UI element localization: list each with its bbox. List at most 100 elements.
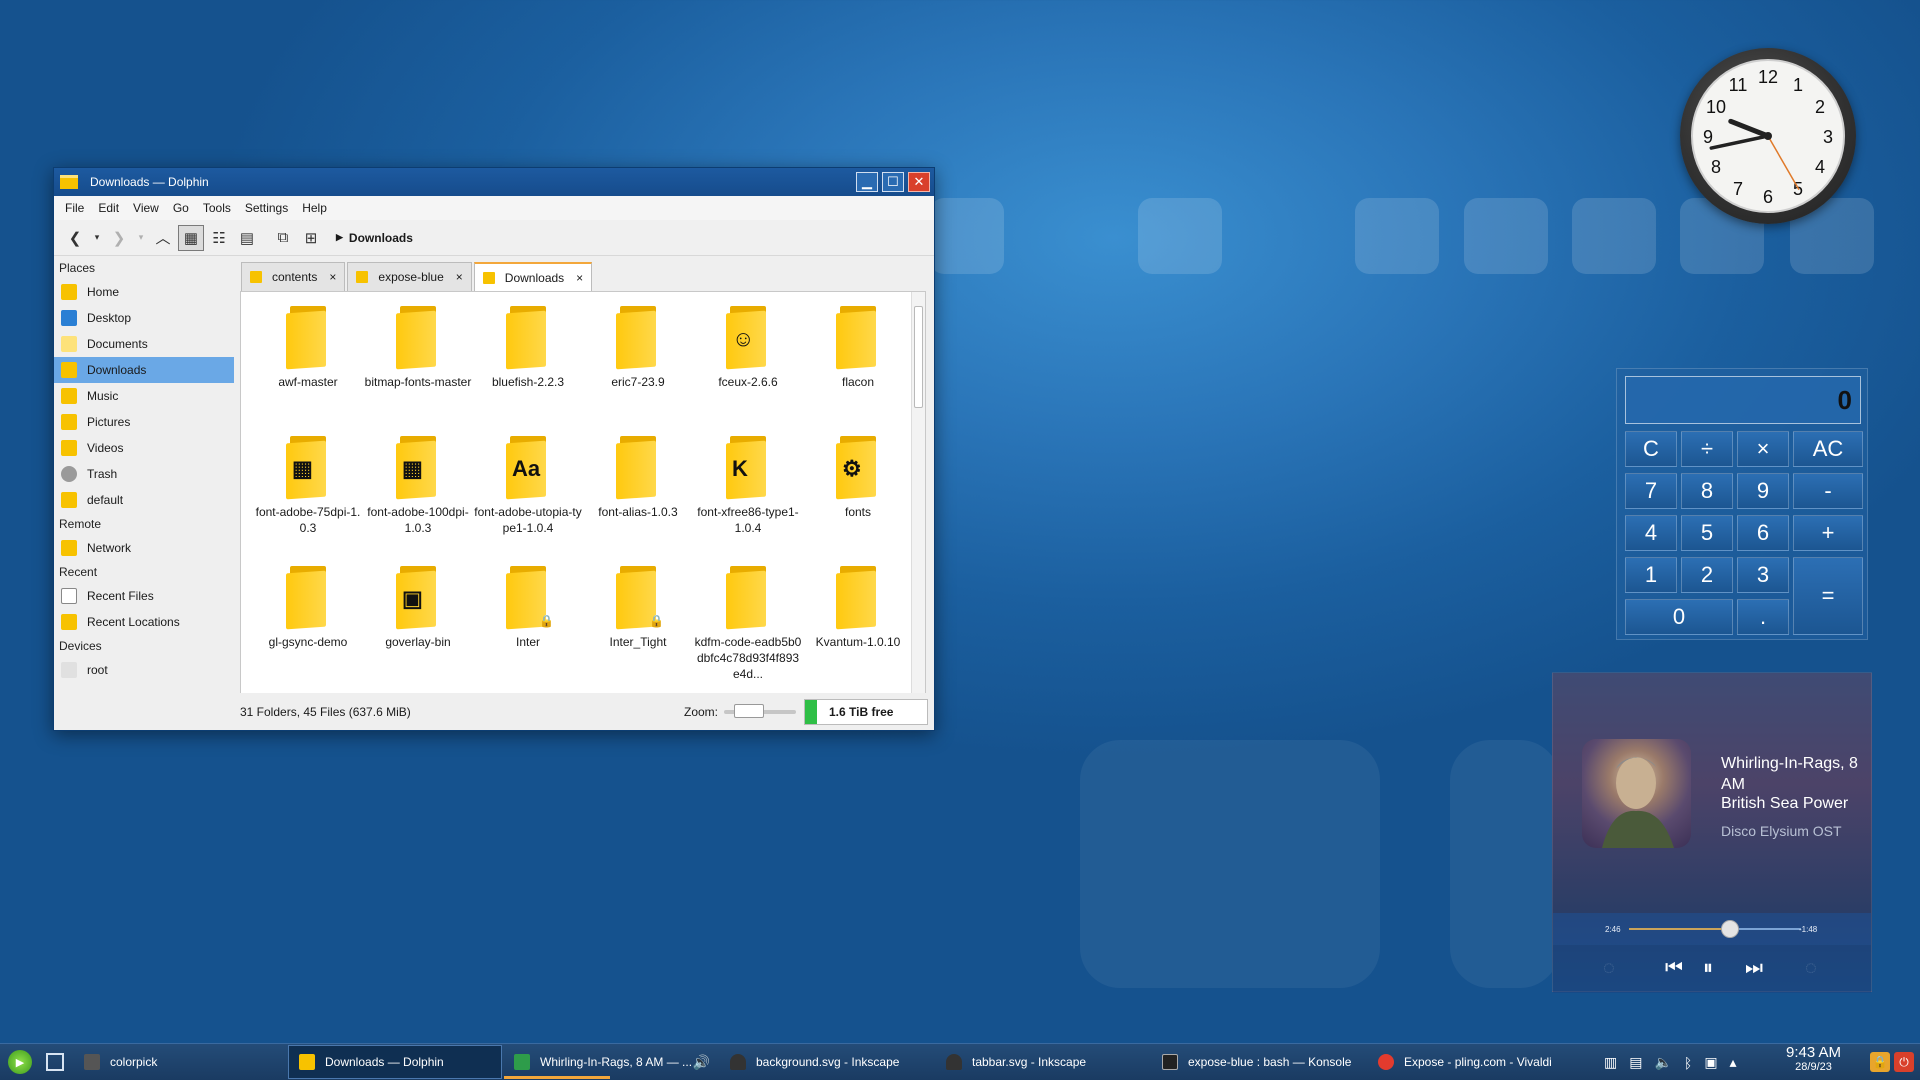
file-item[interactable]: ▦ font-adobe-75dpi-1.0.3 bbox=[253, 432, 363, 556]
calc-button-8[interactable]: 8 bbox=[1681, 473, 1733, 509]
file-item[interactable]: Aa font-adobe-utopia-type1-1.0.4 bbox=[473, 432, 583, 556]
calc-button-0[interactable]: 0 bbox=[1625, 599, 1733, 635]
previous-track-icon[interactable]: ⏮ bbox=[1665, 957, 1683, 980]
volume-icon[interactable]: 🔈 bbox=[1654, 1054, 1671, 1071]
up-icon[interactable]: ︿ bbox=[150, 225, 176, 251]
task-media-player[interactable]: Whirling-In-Rags, 8 AM — ... 🔊 bbox=[504, 1045, 718, 1079]
lock-screen-icon[interactable]: 🔒 bbox=[1870, 1052, 1890, 1072]
places-item-music[interactable]: Music bbox=[54, 383, 234, 409]
menu-file[interactable]: File bbox=[58, 201, 91, 215]
menu-help[interactable]: Help bbox=[295, 201, 334, 215]
places-item-default[interactable]: default bbox=[54, 487, 234, 513]
back-icon[interactable]: ❮ bbox=[62, 225, 88, 251]
places-item-downloads[interactable]: Downloads bbox=[54, 357, 234, 383]
places-item-videos[interactable]: Videos bbox=[54, 435, 234, 461]
file-item[interactable]: 🔒 Inter_Tight bbox=[583, 562, 693, 686]
expand-tray-icon[interactable]: ▴ bbox=[1730, 1054, 1737, 1071]
places-item-network[interactable]: Network bbox=[54, 535, 234, 561]
file-item[interactable]: flacon bbox=[803, 302, 913, 426]
menu-go[interactable]: Go bbox=[166, 201, 196, 215]
file-item[interactable]: Kvantum-1.0.10 bbox=[803, 562, 913, 686]
menu-view[interactable]: View bbox=[126, 201, 166, 215]
zoom-slider-handle[interactable] bbox=[734, 703, 764, 718]
calc-button-decimal[interactable]: . bbox=[1737, 599, 1789, 635]
bluetooth-icon[interactable]: ᛒ bbox=[1684, 1055, 1692, 1071]
calc-button-all-clear[interactable]: AC bbox=[1793, 431, 1863, 467]
minimize-button[interactable]: ▁ bbox=[856, 172, 878, 192]
places-item-home[interactable]: Home bbox=[54, 279, 234, 305]
calc-button-clear[interactable]: C bbox=[1625, 431, 1677, 467]
calc-button-5[interactable]: 5 bbox=[1681, 515, 1733, 551]
file-item[interactable]: ⚙ fonts bbox=[803, 432, 913, 556]
file-item[interactable]: gl-gsync-demo bbox=[253, 562, 363, 686]
file-item[interactable]: kdfm-code-eadb5b0dbfc4c78d93f4f893e4d... bbox=[693, 562, 803, 686]
calc-button-divide[interactable]: ÷ bbox=[1681, 431, 1733, 467]
network-tray-icon[interactable]: ▣ bbox=[1704, 1054, 1717, 1071]
task-vivaldi[interactable]: Expose - pling.com - Vivaldi bbox=[1368, 1045, 1588, 1079]
calc-button-3[interactable]: 3 bbox=[1737, 557, 1789, 593]
places-item-documents[interactable]: Documents bbox=[54, 331, 234, 357]
calc-button-equals[interactable]: = bbox=[1793, 557, 1863, 635]
app-launcher-icon[interactable]: ▶ bbox=[8, 1050, 32, 1074]
close-tab-icon[interactable]: × bbox=[456, 270, 463, 284]
calc-button-plus[interactable]: + bbox=[1793, 515, 1863, 551]
close-tab-icon[interactable]: × bbox=[576, 271, 583, 285]
zoom-slider[interactable] bbox=[724, 703, 796, 718]
places-item-recent-files[interactable]: Recent Files bbox=[54, 583, 234, 609]
tab-contents[interactable]: contents × bbox=[241, 262, 346, 291]
vertical-scrollbar[interactable] bbox=[911, 292, 925, 693]
forward-icon[interactable]: ❯ bbox=[106, 225, 132, 251]
places-item-recent-locations[interactable]: Recent Locations bbox=[54, 609, 234, 635]
task-inkscape-background[interactable]: background.svg - Inkscape bbox=[720, 1045, 934, 1079]
pager-icon[interactable]: ▥ bbox=[1604, 1054, 1617, 1071]
tab-expose-blue[interactable]: expose-blue × bbox=[347, 262, 472, 291]
close-tab-icon[interactable]: × bbox=[329, 270, 336, 284]
file-item[interactable]: 🔒 Inter bbox=[473, 562, 583, 686]
places-item-root[interactable]: root bbox=[54, 657, 234, 683]
repeat-icon[interactable]: ◌ bbox=[1805, 957, 1817, 980]
seek-slider-handle[interactable] bbox=[1721, 920, 1740, 938]
shuffle-icon[interactable]: ◌ bbox=[1603, 957, 1615, 980]
places-item-trash[interactable]: Trash bbox=[54, 461, 234, 487]
compact-view-icon[interactable]: ☷ bbox=[206, 225, 232, 251]
breadcrumb[interactable]: ▶ Downloads bbox=[336, 231, 413, 245]
task-konsole[interactable]: expose-blue : bash — Konsole bbox=[1152, 1045, 1366, 1079]
show-desktop-icon[interactable] bbox=[46, 1053, 64, 1071]
menu-tools[interactable]: Tools bbox=[196, 201, 238, 215]
next-track-icon[interactable]: ⏭ bbox=[1745, 957, 1763, 980]
task-dolphin[interactable]: Downloads — Dolphin bbox=[288, 1045, 502, 1079]
file-item[interactable]: awf-master bbox=[253, 302, 363, 426]
details-view-icon[interactable]: ▤ bbox=[234, 225, 260, 251]
clipboard-icon[interactable]: ▤ bbox=[1629, 1054, 1642, 1071]
file-item[interactable]: Kfont-xfree86-type1-1.0.4 bbox=[693, 432, 803, 556]
calc-button-2[interactable]: 2 bbox=[1681, 557, 1733, 593]
forward-dropdown-icon[interactable]: ▾ bbox=[134, 225, 148, 251]
seek-slider[interactable] bbox=[1629, 920, 1801, 938]
calc-button-4[interactable]: 4 bbox=[1625, 515, 1677, 551]
task-inkscape-tabbar[interactable]: tabbar.svg - Inkscape bbox=[936, 1045, 1150, 1079]
menu-edit[interactable]: Edit bbox=[91, 201, 126, 215]
file-item[interactable]: ▦ font-adobe-100dpi-1.0.3 bbox=[363, 432, 473, 556]
calc-button-1[interactable]: 1 bbox=[1625, 557, 1677, 593]
free-space-indicator[interactable]: 1.6 TiB free bbox=[804, 698, 928, 725]
places-item-pictures[interactable]: Pictures bbox=[54, 409, 234, 435]
calc-button-6[interactable]: 6 bbox=[1737, 515, 1789, 551]
file-view[interactable]: awf-master bitmap-fonts-master bluefish-2.… bbox=[240, 291, 926, 694]
file-item[interactable]: bitmap-fonts-master bbox=[363, 302, 473, 426]
calc-button-9[interactable]: 9 bbox=[1737, 473, 1789, 509]
icons-view-icon[interactable]: ▦ bbox=[178, 224, 204, 251]
digital-clock[interactable]: 9:43 AM 28/9/23 bbox=[1786, 1045, 1841, 1074]
close-button[interactable]: ✕ bbox=[908, 172, 930, 192]
menu-settings[interactable]: Settings bbox=[238, 201, 295, 215]
window-titlebar[interactable]: Downloads — Dolphin ▁ ☐ ✕ bbox=[54, 168, 934, 196]
task-colorpick[interactable]: colorpick bbox=[74, 1045, 286, 1079]
calc-button-multiply[interactable]: × bbox=[1737, 431, 1789, 467]
new-tab-icon[interactable]: ⊞ bbox=[298, 225, 324, 251]
calc-button-minus[interactable]: - bbox=[1793, 473, 1863, 509]
file-item[interactable]: bluefish-2.2.3 bbox=[473, 302, 583, 426]
split-view-icon[interactable]: ⧉ bbox=[270, 225, 296, 251]
back-dropdown-icon[interactable]: ▾ bbox=[90, 225, 104, 251]
file-item[interactable]: ▣ goverlay-bin bbox=[363, 562, 473, 686]
calc-button-7[interactable]: 7 bbox=[1625, 473, 1677, 509]
maximize-button[interactable]: ☐ bbox=[882, 172, 904, 192]
